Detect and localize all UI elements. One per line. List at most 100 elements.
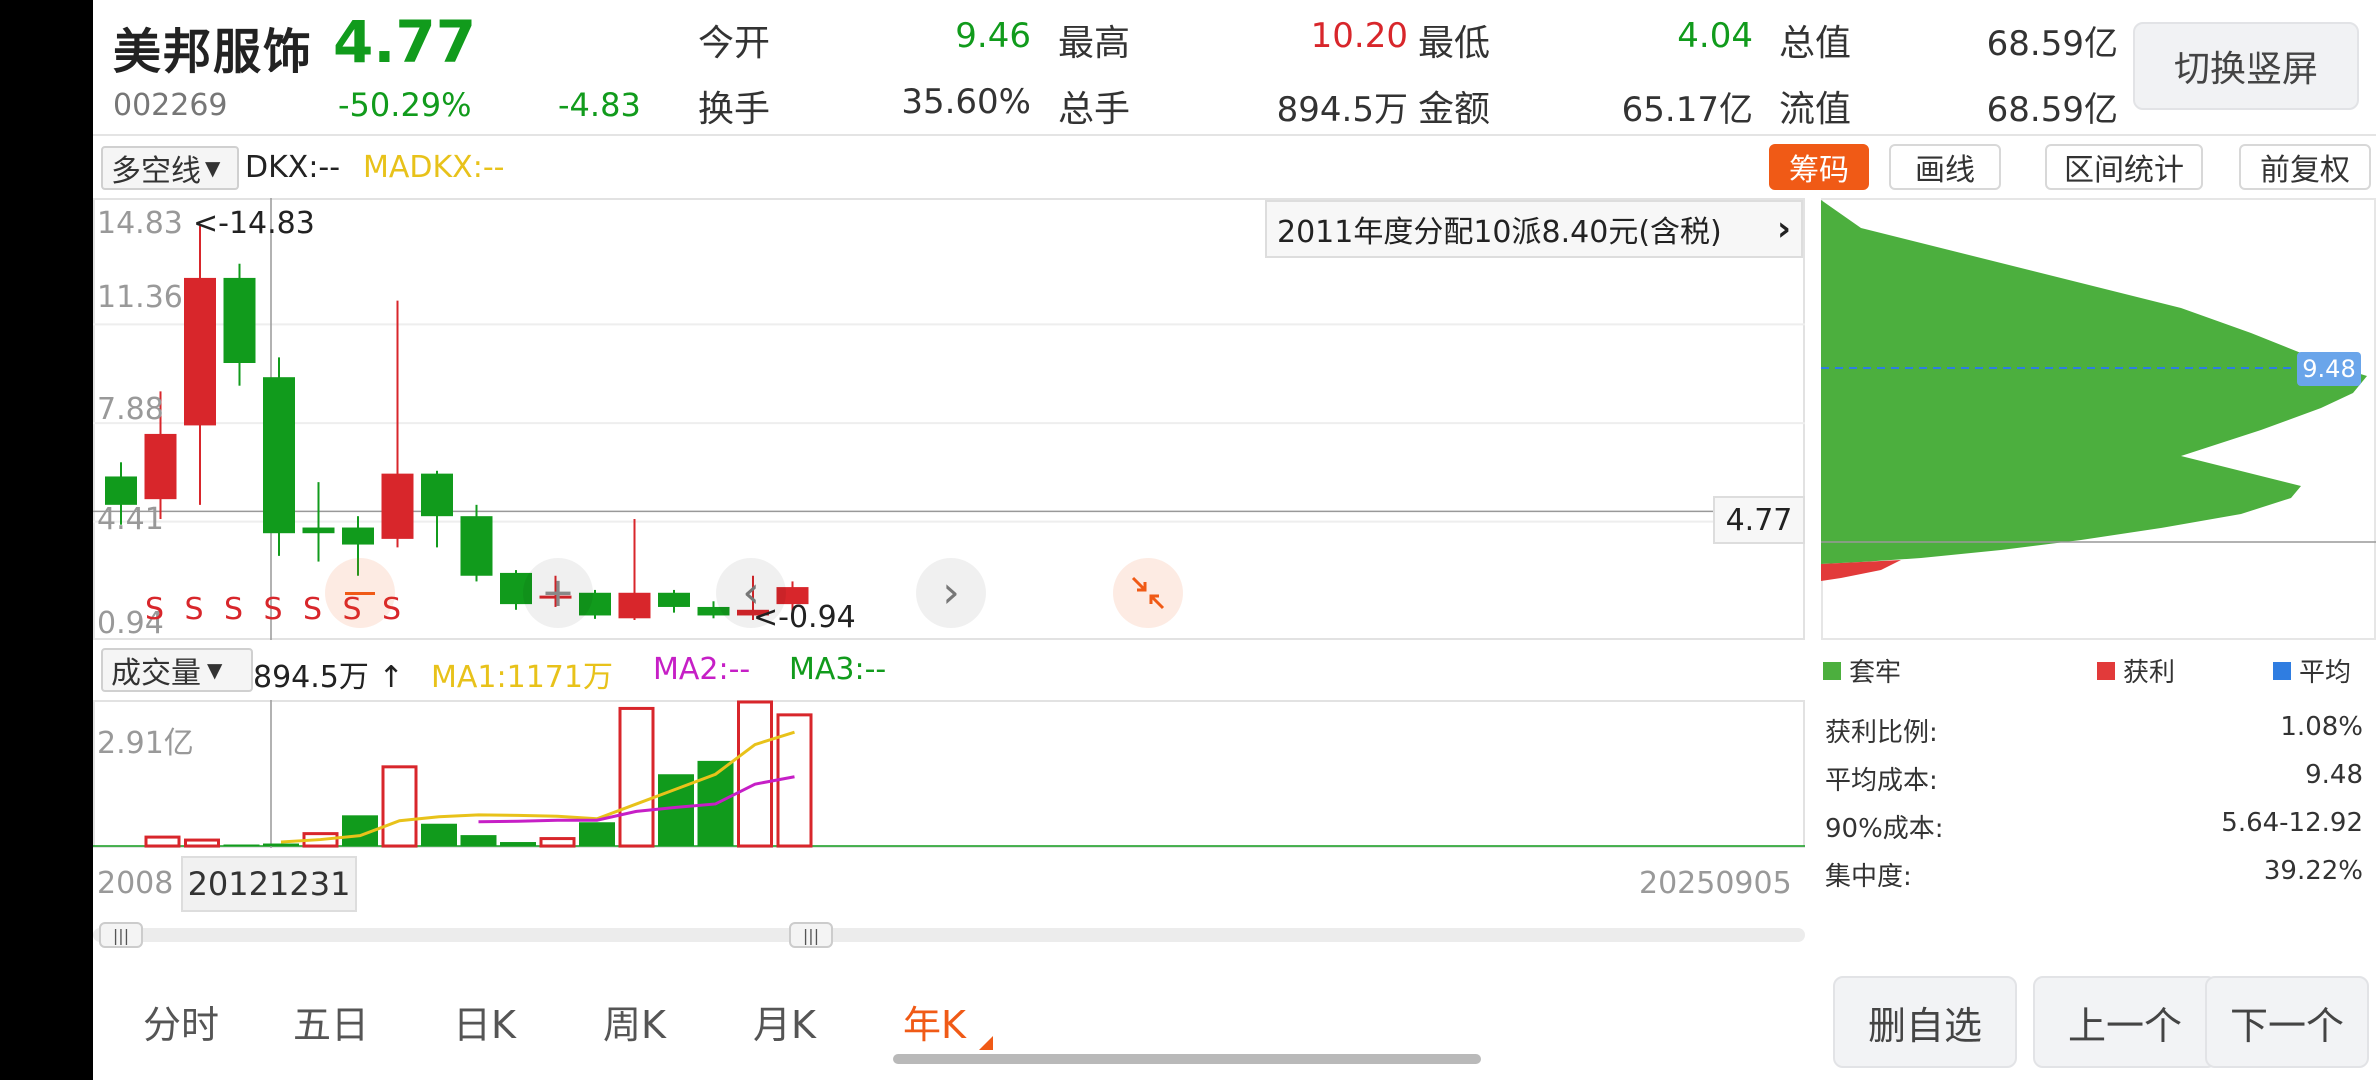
volume-selector-label: 成交量 — [111, 656, 201, 691]
volume-bar-up — [618, 706, 655, 848]
plus-icon: + — [541, 570, 575, 616]
indicator-selector-label: 多空线 — [111, 154, 201, 189]
zoom-out-button[interactable] — [325, 558, 395, 628]
stat-90-cost-value: 5.64-12.92 — [2221, 808, 2363, 838]
legend-trapped-label: 套牢 — [1849, 658, 1902, 688]
range-slider-right-handle[interactable]: ||| — [789, 922, 833, 948]
candle-body — [263, 377, 295, 534]
sell-marker: S — [263, 592, 283, 627]
chip-distribution-chart — [1821, 200, 2376, 581]
stock-name: 美邦服饰 — [113, 24, 314, 80]
volume-bar-up — [539, 837, 576, 848]
volume-indicator-selector[interactable]: 成交量 ▼ — [101, 648, 253, 692]
stock-code: 002269 — [113, 88, 228, 123]
red-square-icon — [2097, 661, 2115, 680]
switch-portrait-button[interactable]: 切换竖屏 — [2133, 22, 2359, 110]
legend-profit: 获利 — [2097, 652, 2175, 689]
grip-icon: ||| — [802, 925, 820, 945]
tab-intraday[interactable]: 分时 — [143, 994, 219, 1049]
candle-body — [618, 592, 651, 619]
sell-marker: S — [303, 592, 323, 627]
high-value: 10.20 — [1310, 16, 1408, 56]
volume-bar-down — [263, 843, 299, 846]
tab-chip[interactable]: 筹码 — [1769, 144, 1869, 190]
low-value: 4.04 — [1677, 16, 1753, 56]
tab-forward-adjust[interactable]: 前复权 — [2239, 144, 2371, 190]
arrow-up-icon: ↑ — [378, 660, 404, 695]
stat-profit-ratio-label: 获利比例: — [1825, 718, 1938, 748]
avg-cost-tag: 9.48 — [2297, 352, 2361, 386]
volume-bar-down — [421, 823, 457, 846]
tab-draw-line[interactable]: 画线 — [1889, 144, 2001, 190]
ma1-legend: MA1:1171万 — [431, 660, 613, 695]
stat-avg-cost-value: 9.48 — [2305, 760, 2363, 790]
header-divider — [93, 134, 2376, 136]
next-stock-button[interactable]: 下一个 — [2205, 976, 2369, 1068]
madkx-value: MADKX:-- — [363, 150, 505, 185]
tab-yearly-k[interactable]: 年K — [903, 994, 966, 1049]
max-price-marker: <-14.83 — [193, 206, 315, 241]
volume-legend-text: 894.5万 — [253, 660, 369, 695]
stat-concentration-label: 集中度: — [1825, 862, 1912, 892]
range-slider-left-handle[interactable]: ||| — [99, 922, 143, 948]
stat-90-cost-label: 90%成本: — [1825, 814, 1944, 844]
candle-body — [223, 277, 256, 364]
volume-bar-down — [579, 822, 615, 846]
volume-bar-down — [500, 842, 536, 846]
collapse-button[interactable] — [1113, 558, 1183, 628]
scroll-right-button[interactable]: › — [916, 558, 986, 628]
change-amount: -4.83 — [558, 86, 641, 124]
cap-label: 总值 — [1779, 23, 1852, 64]
turnover-value: 35.60% — [901, 82, 1031, 122]
tab-daily-k[interactable]: 日K — [453, 994, 516, 1049]
volume-bar-up — [144, 835, 181, 848]
shrink-icon — [1131, 576, 1165, 610]
ma2-legend: MA2:-- — [653, 652, 751, 687]
candle-body — [342, 527, 374, 545]
candle-body — [184, 277, 216, 426]
scroll-left-button[interactable]: ‹ — [716, 558, 786, 628]
legend-profit-label: 获利 — [2123, 658, 2176, 688]
dividend-note[interactable]: 2011年度分配10派8.40元(含税) › — [1265, 200, 1803, 258]
screen: 美邦服饰 4.77 002269 -50.29% -4.83 今开 9.46 最… — [93, 0, 2376, 1080]
sell-marker: S — [224, 592, 244, 627]
date-start: 2008 — [97, 866, 174, 901]
y-label-3: 7.88 — [97, 392, 164, 427]
stat-concentration-value: 39.22% — [2263, 856, 2363, 886]
dividend-note-text: 2011年度分配10派8.40元(含税) — [1277, 215, 1722, 250]
legend-trapped: 套牢 — [1823, 652, 1901, 689]
previous-stock-button[interactable]: 上一个 — [2033, 976, 2217, 1068]
range-slider-track[interactable] — [93, 928, 1805, 942]
float-label: 流值 — [1779, 89, 1852, 130]
turnover-label: 换手 — [698, 89, 771, 130]
volume-chart[interactable] — [93, 700, 1805, 848]
tab-weekly-k[interactable]: 周K — [603, 994, 666, 1049]
candle-body — [658, 592, 690, 607]
tab-monthly-k[interactable]: 月K — [753, 994, 816, 1049]
volume-y-label: 2.91亿 — [97, 726, 194, 761]
legend-average: 平均 — [2273, 652, 2351, 689]
y-label-4: 4.41 — [97, 502, 164, 537]
tab-five-day[interactable]: 五日 — [293, 994, 369, 1049]
tab-range-stats[interactable]: 区间统计 — [2045, 144, 2203, 190]
stat-profit-ratio-value: 1.08% — [2280, 712, 2363, 742]
candle-body — [144, 433, 177, 500]
home-indicator[interactable] — [893, 1054, 1481, 1064]
legend-average-label: 平均 — [2299, 658, 2352, 688]
chevron-right-icon: › — [1776, 209, 1791, 249]
dkx-value: DKX:-- — [245, 150, 341, 185]
remove-watchlist-button[interactable]: 删自选 — [1833, 976, 2017, 1068]
open-value: 9.46 — [955, 16, 1031, 56]
amount-label: 金额 — [1418, 89, 1491, 130]
volume-value-legend: 894.5万 ↑ — [253, 652, 404, 696]
grip-icon: ||| — [112, 925, 130, 945]
indicator-selector[interactable]: 多空线 ▼ — [101, 146, 239, 190]
change-percent: -50.29% — [338, 86, 472, 124]
zoom-in-button[interactable]: + — [523, 558, 593, 628]
volume-bar-up — [737, 700, 773, 848]
volume-label: 总手 — [1058, 89, 1131, 130]
green-square-icon — [1823, 661, 1841, 680]
amount-value: 65.17亿 — [1621, 90, 1753, 130]
candle-body — [460, 516, 493, 576]
chip-trapped-area — [1821, 200, 2367, 564]
